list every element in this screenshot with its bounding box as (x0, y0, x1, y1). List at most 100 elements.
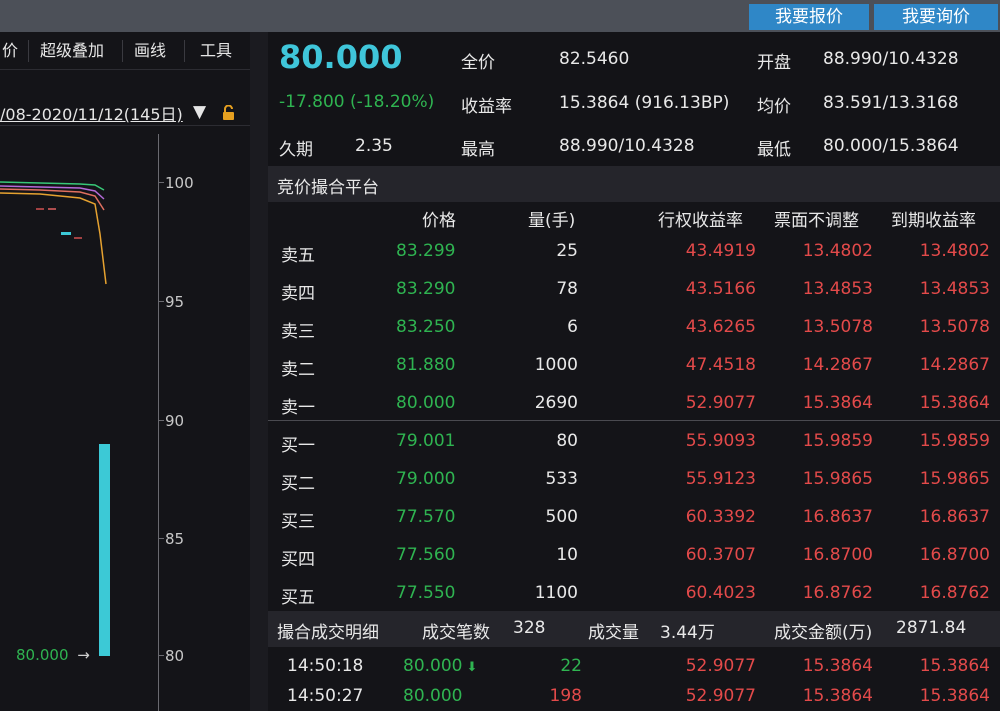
trade-row[interactable]: 14:50:18 80.000 ⬇ 22 52.9077 15.3864 15.3… (268, 653, 1000, 683)
last-price: 80.000 (279, 38, 403, 76)
y-axis-tick (158, 655, 164, 656)
arrow-right-icon: → (77, 646, 90, 664)
duration-label: 久期 (279, 140, 313, 160)
trade-count-value: 328 (513, 618, 546, 638)
y-axis-tick (158, 538, 164, 539)
order-book-title-bar: 竞价撮合平台 (268, 166, 1000, 202)
price-chart[interactable]: 100 95 90 85 80 80.000 → (0, 134, 250, 711)
bid-row-4[interactable]: 买四 77.560 10 60.3707 16.8700 16.8700 (268, 538, 1000, 576)
row-maturity-yield: 15.3864 (919, 393, 990, 413)
date-range-row: /08-2020/11/12(145日) ▼ (0, 98, 250, 126)
submit-inquiry-button[interactable]: 我要询价 (874, 4, 998, 30)
toolbar-item-price[interactable]: 价 (2, 32, 18, 70)
row-exercise-yield: 55.9093 (685, 431, 756, 451)
row-qty: 78 (556, 279, 578, 299)
row-qty: 10 (556, 545, 578, 565)
trade-list[interactable]: 14:50:18 80.000 ⬇ 22 52.9077 15.3864 15.3… (268, 649, 1000, 711)
ask-row-3[interactable]: 卖三 83.250 6 43.6265 13.5078 13.5078 (268, 310, 1000, 348)
bid-row-3[interactable]: 买三 77.570 500 60.3392 16.8637 16.8637 (268, 500, 1000, 538)
dropdown-arrow-icon[interactable]: ▼ (193, 102, 206, 122)
toolbar-divider (122, 40, 123, 62)
yield-value: 15.3864 (916.13BP) (559, 93, 730, 113)
trade-time: 14:50:18 (287, 656, 364, 676)
toolbar-item-draw-line[interactable]: 画线 (134, 32, 166, 70)
ask-row-4[interactable]: 卖四 83.290 78 43.5166 13.4853 13.4853 (268, 272, 1000, 310)
trade-count-label: 成交笔数 (422, 623, 490, 643)
col-header-exercise-yield: 行权收益率 (658, 211, 743, 231)
row-maturity-yield: 13.5078 (919, 317, 990, 337)
row-qty: 6 (567, 317, 578, 337)
price-lines-plot (0, 181, 110, 656)
order-book-header: 价格 量(手) 行权收益率 票面不调整 到期收益率 (268, 200, 1000, 234)
panel-divider (250, 32, 268, 711)
row-exercise-yield: 60.4023 (685, 583, 756, 603)
avg-price-value: 83.591/13.3168 (823, 93, 959, 113)
mark-block (61, 232, 71, 235)
quote-panel: 80.000 -17.800 (-18.20%) 久期 2.35 全价 82.5… (268, 32, 1000, 711)
chart-panel: 价 超级叠加 画线 工具 /08-2020/11/12(145日) ▼ 100 (0, 32, 252, 711)
duration-value: 2.35 (355, 136, 393, 156)
ask-row-1[interactable]: 卖一 80.000 2690 52.9077 15.3864 15.3864 (268, 386, 1000, 424)
row-maturity-yield: 14.2867 (919, 355, 990, 375)
trade-amount-label: 成交金额(万) (774, 623, 873, 643)
bid-row-5[interactable]: 买五 77.550 1100 60.4023 16.8762 16.8762 (268, 576, 1000, 614)
top-bar: 我要报价 我要询价 (0, 0, 1000, 32)
y-axis-label: 80 (165, 647, 185, 665)
trade-time: 14:50:27 (287, 686, 364, 706)
low-value: 80.000/15.3864 (823, 136, 959, 156)
ask-row-5[interactable]: 卖五 83.299 25 43.4919 13.4802 13.4802 (268, 234, 1000, 272)
trade-amount-value: 2871.84 (896, 618, 967, 638)
trade-coupon-unadjusted: 15.3864 (802, 656, 873, 676)
row-qty: 2690 (534, 393, 578, 413)
row-maturity-yield: 15.9865 (919, 469, 990, 489)
row-exercise-yield: 43.5166 (685, 279, 756, 299)
col-header-qty: 量(手) (528, 211, 576, 231)
trade-summary-bar: 撮合成交明细 成交笔数 328 成交量 3.44万 成交金额(万) 2871.8… (268, 611, 1000, 647)
trade-price: 80.000 (403, 656, 463, 676)
row-coupon-unadjusted: 16.8762 (802, 583, 873, 603)
price-change: -17.800 (-18.20%) (279, 92, 435, 112)
col-header-coupon-unadjusted: 票面不调整 (774, 211, 859, 231)
trade-detail-title: 撮合成交明细 (277, 623, 379, 643)
y-axis-label: 85 (165, 530, 185, 548)
submit-quote-button[interactable]: 我要报价 (749, 4, 869, 30)
row-coupon-unadjusted: 15.9859 (802, 431, 873, 451)
trade-maturity-yield: 15.3864 (919, 686, 990, 706)
price-line-2 (0, 185, 105, 200)
date-range-selector[interactable]: /08-2020/11/12(145日) (0, 101, 183, 125)
toolbar-item-super-overlay[interactable]: 超级叠加 (40, 32, 104, 70)
row-price: 77.570 (396, 507, 456, 527)
quote-summary: 80.000 -17.800 (-18.20%) 久期 2.35 全价 82.5… (268, 32, 1000, 166)
row-label: 买一 (281, 436, 315, 456)
ask-row-2[interactable]: 卖二 81.880 1000 47.4518 14.2867 14.2867 (268, 348, 1000, 386)
row-coupon-unadjusted: 15.3864 (802, 393, 873, 413)
trade-price-cell: 80.000 ⬇ (403, 656, 477, 676)
row-price: 83.290 (396, 279, 456, 299)
row-exercise-yield: 43.4919 (685, 241, 756, 261)
row-label: 买五 (281, 588, 315, 608)
open-value: 88.990/10.4328 (823, 49, 959, 69)
row-coupon-unadjusted: 13.4802 (802, 241, 873, 261)
bid-row-2[interactable]: 买二 79.000 533 55.9123 15.9865 15.9865 (268, 462, 1000, 500)
row-maturity-yield: 16.8762 (919, 583, 990, 603)
trade-coupon-unadjusted: 15.3864 (802, 686, 873, 706)
row-label: 卖二 (281, 360, 315, 380)
row-price: 83.299 (396, 241, 456, 261)
toolbar-divider (28, 40, 29, 62)
down-arrow-icon: ⬇ (466, 660, 478, 675)
toolbar-item-tools[interactable]: 工具 (200, 32, 232, 70)
low-label: 最低 (757, 140, 791, 160)
row-qty: 1000 (534, 355, 578, 375)
row-coupon-unadjusted: 13.4853 (802, 279, 873, 299)
col-header-maturity-yield: 到期收益率 (891, 211, 976, 231)
row-price: 79.000 (396, 469, 456, 489)
row-qty: 500 (545, 507, 578, 527)
chart-toolbar: 价 超级叠加 画线 工具 (0, 32, 250, 70)
row-price: 79.001 (396, 431, 456, 451)
trade-row[interactable]: 14:50:27 80.000 198 52.9077 15.3864 15.3… (268, 683, 1000, 711)
high-label: 最高 (461, 140, 495, 160)
bid-ask-divider (268, 420, 1000, 421)
bid-row-1[interactable]: 买一 79.001 80 55.9093 15.9859 15.9859 (268, 424, 1000, 462)
unlock-icon[interactable] (222, 105, 236, 121)
row-label: 卖一 (281, 398, 315, 418)
